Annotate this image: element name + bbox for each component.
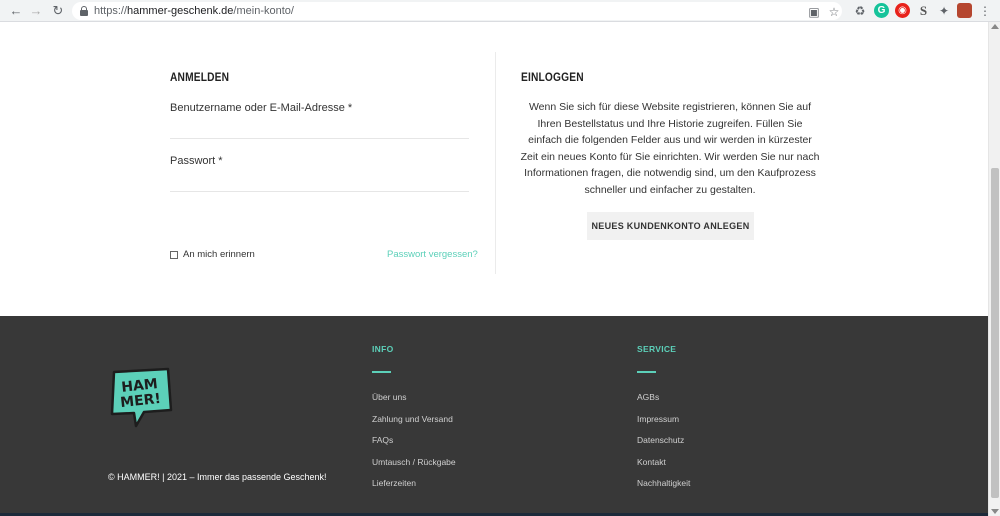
page-scrollbar[interactable] [988,22,1000,516]
menu-dots-icon[interactable]: ⋮ [978,4,992,18]
lock-icon[interactable] [80,6,88,16]
forward-arrow-icon[interactable]: → [28,3,44,19]
reload-icon[interactable]: ↻ [50,3,66,19]
browser-toolbar: ← → ↻ https://hammer-geschenk.de/mein-ko… [0,0,1000,22]
service-heading: SERVICE [637,344,677,354]
service-underline [637,371,656,373]
register-title: EINLOGGEN [521,70,584,84]
copyright-text: © HAMMER! | 2021 – Immer das passende Ge… [108,472,327,482]
remember-label[interactable]: An mich erinnern [183,249,255,260]
star-icon[interactable]: ☆ [827,5,841,19]
password-label: Passwort * [170,155,223,167]
footer-link-faqs[interactable]: FAQs [372,435,393,445]
url-host: hammer-geschenk.de [127,5,234,17]
site-footer: HAM MER! © HAMMER! | 2021 – Immer das pa… [0,316,988,516]
username-label: Benutzername oder E-Mail-Adresse * [170,102,353,114]
footer-link-umtausch[interactable]: Umtausch / Rückgabe [372,457,456,467]
footer-link-lieferzeiten[interactable]: Lieferzeiten [372,478,416,488]
url-path: /mein-konto/ [233,5,294,17]
remember-checkbox[interactable] [170,251,178,259]
profile-avatar[interactable] [957,3,972,18]
grammarly-icon[interactable]: G [874,3,889,18]
translate-icon[interactable]: ▣ [807,5,821,19]
footer-link-impressum[interactable]: Impressum [637,414,679,424]
username-field[interactable] [170,121,469,139]
adblock-icon[interactable]: ◉ [895,3,910,18]
scroll-down-arrow-icon[interactable] [991,509,999,514]
scroll-thumb[interactable] [991,168,999,498]
column-divider [495,52,496,274]
recycle-icon[interactable]: ♻ [853,4,867,18]
s-extension-icon[interactable]: S [916,3,931,18]
login-title: ANMELDEN [170,70,230,84]
address-bar[interactable]: https://hammer-geschenk.de/mein-konto/ ▣… [72,2,842,20]
puzzle-icon[interactable]: ✦ [937,4,951,18]
password-field[interactable] [170,174,469,192]
back-arrow-icon[interactable]: ← [8,3,24,19]
info-underline [372,371,391,373]
forgot-password-link[interactable]: Passwort vergessen? [387,249,478,260]
scroll-up-arrow-icon[interactable] [991,24,999,29]
footer-link-ueber-uns[interactable]: Über uns [372,392,407,402]
account-section: ANMELDEN Benutzername oder E-Mail-Adress… [0,22,988,316]
new-account-button[interactable]: NEUES KUNDENKONTO ANLEGEN [587,212,754,240]
footer-link-datenschutz[interactable]: Datenschutz [637,435,684,445]
url-prefix: https:// [94,5,128,17]
register-intro: Wenn Sie sich für diese Website registri… [520,101,820,196]
footer-link-kontakt[interactable]: Kontakt [637,457,666,467]
hammer-logo[interactable]: HAM MER! [106,366,174,428]
footer-link-zahlung-versand[interactable]: Zahlung und Versand [372,414,453,424]
footer-link-agbs[interactable]: AGBs [637,392,659,402]
url-text[interactable]: https://hammer-geschenk.de/mein-konto/ [94,5,294,17]
footer-link-nachhaltigkeit[interactable]: Nachhaltigkeit [637,478,690,488]
info-heading: INFO [372,344,394,354]
